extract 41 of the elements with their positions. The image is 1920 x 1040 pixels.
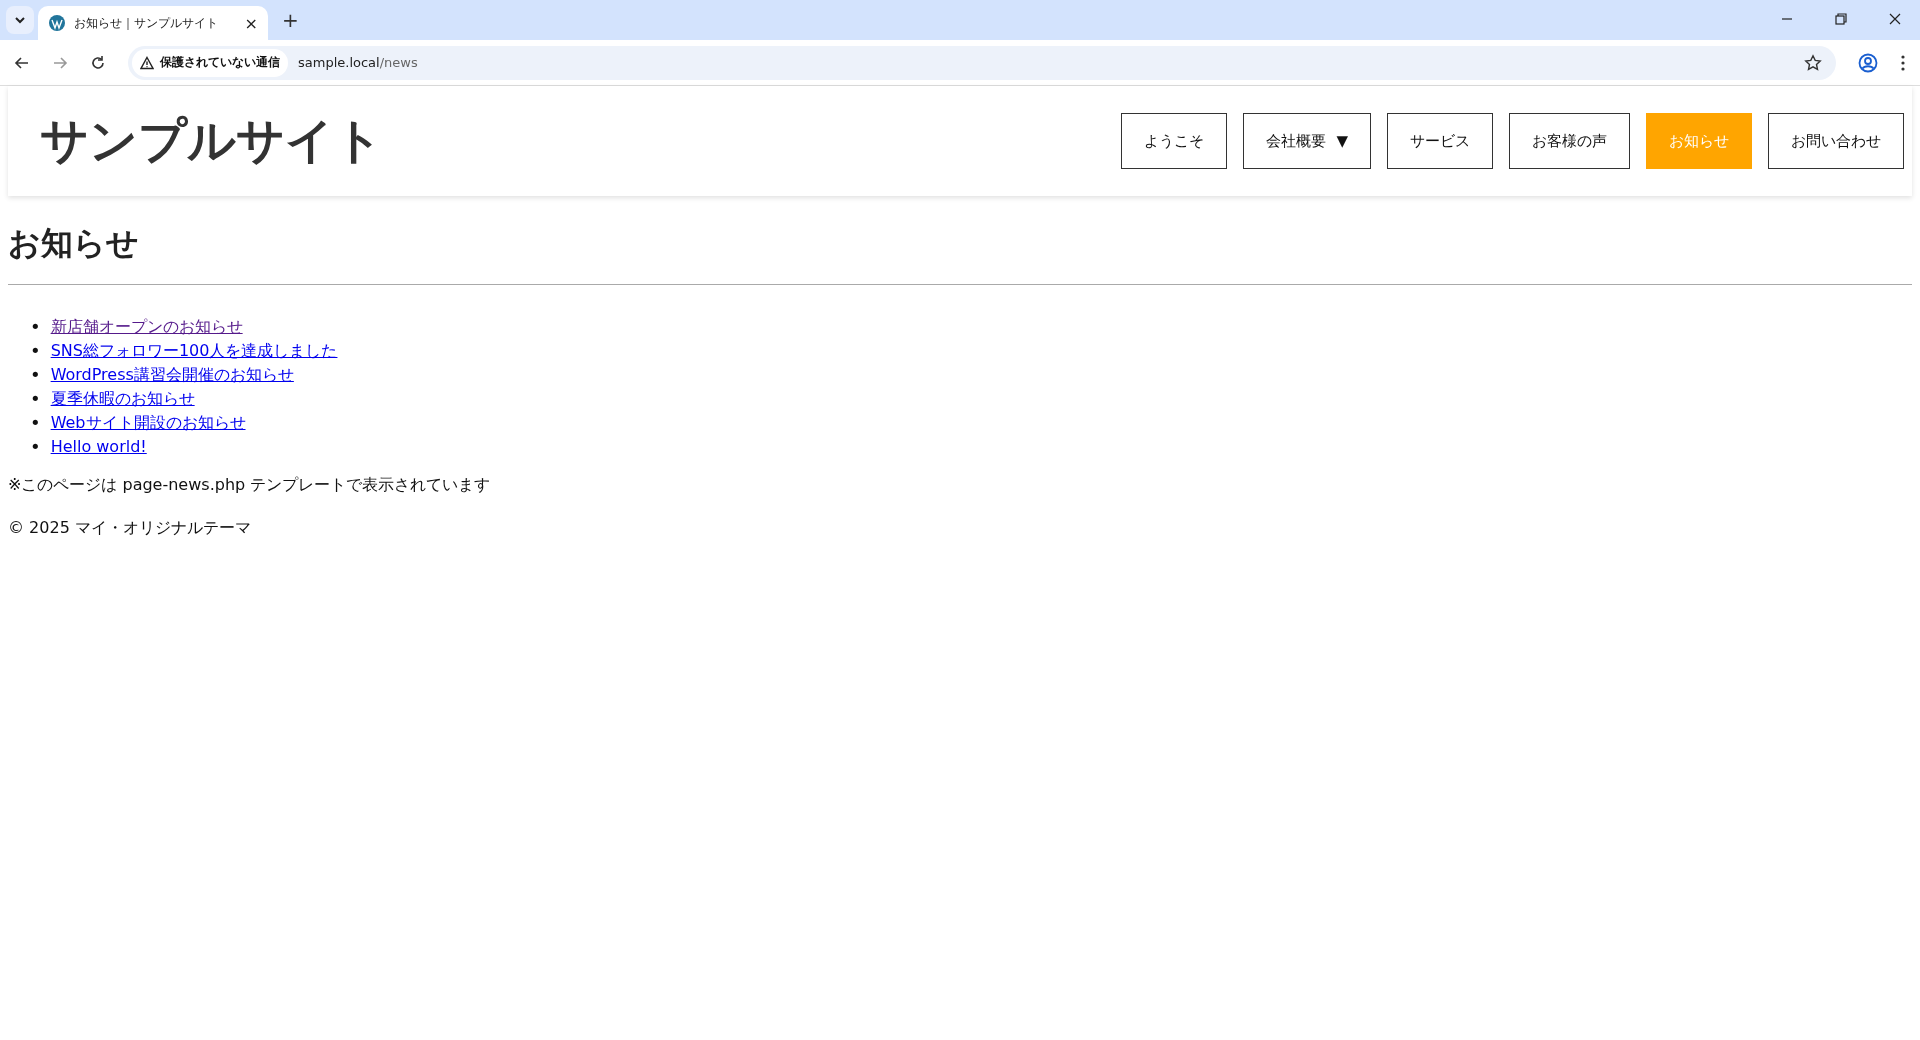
warning-icon xyxy=(140,55,154,70)
site-logo-icon xyxy=(48,14,66,32)
nav-button[interactable]: サービス xyxy=(1387,113,1493,169)
browser-tab[interactable]: お知らせ｜サンプルサイト × xyxy=(38,6,268,40)
post-link[interactable]: 新店舗オープンのお知らせ xyxy=(50,315,243,339)
restore-icon[interactable] xyxy=(1834,12,1848,26)
back-arrow-icon[interactable] xyxy=(14,54,30,71)
post-link[interactable]: SNS総フォロワー100人を達成しました xyxy=(50,339,338,363)
forward-arrow-icon[interactable] xyxy=(52,54,68,71)
nav-button[interactable]: お問い合わせ xyxy=(1768,113,1904,169)
new-tab-button[interactable]: + xyxy=(282,8,299,32)
nav-button[interactable]: 会社概要 ▼ xyxy=(1243,113,1371,169)
tab-title: お知らせ｜サンプルサイト xyxy=(74,14,219,32)
address-bar[interactable]: 保護されていない通信 sample.local/news xyxy=(128,45,1836,80)
nav-button[interactable]: お客様の声 xyxy=(1509,113,1630,169)
post-link[interactable]: Webサイト開設のお知らせ xyxy=(50,411,246,435)
list-bullet: • xyxy=(30,339,41,363)
bookmark-star-icon[interactable] xyxy=(1804,53,1822,72)
reload-icon[interactable] xyxy=(90,54,106,71)
site-logo[interactable]: サンプルサイト xyxy=(40,109,383,173)
post-link[interactable]: 夏季休暇のお知らせ xyxy=(50,387,195,411)
list-bullet: • xyxy=(30,411,41,435)
list-bullet: • xyxy=(30,387,41,411)
chevron-down-icon xyxy=(14,14,26,26)
security-label: 保護されていない通信 xyxy=(160,54,280,71)
menu-icon[interactable] xyxy=(1900,53,1906,72)
url-text: sample.local/news xyxy=(298,55,418,70)
template-note: ※このページは page-news.php テンプレートで表示されています xyxy=(8,475,492,496)
nav-button[interactable]: ようこそ xyxy=(1121,113,1228,169)
close-icon[interactable] xyxy=(1888,12,1902,26)
page-title: お知らせ xyxy=(8,223,140,264)
list-bullet: • xyxy=(30,363,41,387)
copyright-text: © 2025 マイ・オリジナルテーマ xyxy=(8,518,252,539)
tab-close-button[interactable]: × xyxy=(244,13,258,33)
post-link[interactable]: Hello world! xyxy=(50,435,147,459)
list-bullet: • xyxy=(30,315,41,339)
list-bullet: • xyxy=(30,435,41,459)
profile-icon[interactable] xyxy=(1858,52,1878,73)
post-link[interactable]: WordPress講習会開催のお知らせ xyxy=(50,363,294,387)
security-chip[interactable]: 保護されていない通信 xyxy=(132,48,288,77)
tab-search-button[interactable] xyxy=(6,6,34,34)
